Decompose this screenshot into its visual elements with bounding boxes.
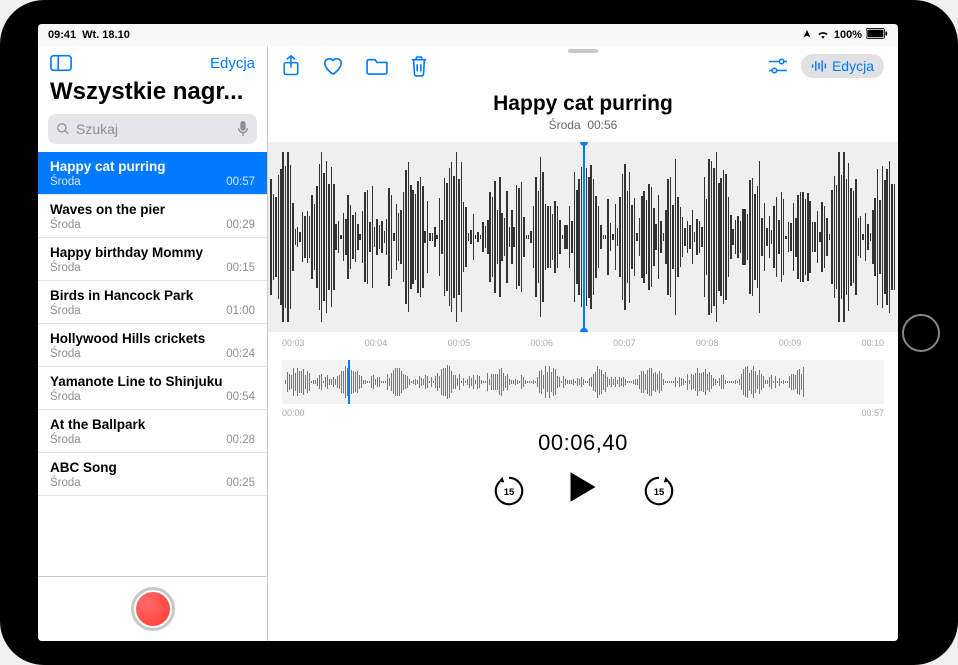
location-icon [802,29,812,42]
playhead[interactable] [583,142,585,332]
screen: 09:41 Wt. 18.10 100% [38,24,898,641]
recording-item-day: Środa [50,391,81,403]
timecode: 00:06,40 [268,430,898,456]
recording-item-day: Środa [50,434,81,446]
options-icon[interactable] [767,57,789,75]
recording-item[interactable]: Waves on the pier Środa 00:29 [38,195,267,238]
battery-pct: 100% [834,29,862,41]
recording-item[interactable]: Happy cat purring Środa 00:57 [38,152,267,195]
recording-item-day: Środa [50,219,81,231]
edit-recording-button[interactable]: Edycja [801,54,884,78]
waveform-overview[interactable] [282,360,884,404]
recording-item-duration: 00:57 [226,176,255,188]
sidebar-toggle-icon[interactable] [50,54,72,72]
search-placeholder: Szukaj [76,121,231,137]
recording-item-title: ABC Song [50,460,255,475]
recording-item-title: Happy birthday Mommy [50,245,255,260]
status-date: Wt. 18.10 [82,29,130,41]
status-time: 09:41 [48,29,76,41]
trash-icon[interactable] [410,55,428,77]
recording-item-title: Happy cat purring [50,159,255,174]
recording-item[interactable]: ABC Song Środa 00:25 [38,453,267,496]
recording-item[interactable]: At the Ballpark Środa 00:28 [38,410,267,453]
svg-text:15: 15 [654,486,665,497]
recording-item-duration: 01:00 [226,305,255,317]
record-button[interactable] [131,587,175,631]
recording-item[interactable]: Hollywood Hills crickets Środa 00:24 [38,324,267,367]
recording-item-title: At the Ballpark [50,417,255,432]
recording-item-day: Środa [50,477,81,489]
skip-back-button[interactable]: 15 [492,474,524,506]
share-icon[interactable] [282,55,300,77]
home-button[interactable] [902,314,940,352]
recording-item-duration: 00:25 [226,477,255,489]
overview-playhead[interactable] [348,360,350,404]
recording-item-title: Waves on the pier [50,202,255,217]
recording-item-duration: 00:15 [226,262,255,274]
waveform-icon [811,59,827,73]
ipad-device-frame: 09:41 Wt. 18.10 100% [0,0,958,665]
record-indicator [136,592,170,626]
recordings-list: Happy cat purring Środa 00:57 Waves on the… [38,152,267,576]
sidebar-title: Wszystkie nagr... [38,76,267,114]
play-button[interactable] [568,470,598,509]
recording-item[interactable]: Yamanote Line to Shinjuku Środa 00:54 [38,367,267,410]
zoom-timeline: 00:0300:0400:0500:0600:0700:0800:0900:10 [268,336,898,352]
mic-icon[interactable] [237,121,249,137]
recording-item[interactable]: Happy birthday Mommy Środa 00:15 [38,238,267,281]
recording-item-title: Yamanote Line to Shinjuku [50,374,255,389]
favorite-icon[interactable] [322,55,344,77]
recording-item[interactable]: Birds in Hancock Park Środa 01:00 [38,281,267,324]
skip-forward-button[interactable]: 15 [642,474,674,506]
recording-item-day: Środa [50,305,81,317]
sidebar: Edycja Wszystkie nagr... Szukaj Happy ca… [38,46,268,641]
main-panel: Edycja Happy cat purring Środa 00:56 00:… [268,46,898,641]
battery-icon [866,28,888,42]
recording-item-duration: 00:24 [226,348,255,360]
recording-item-day: Środa [50,262,81,274]
recording-item-title: Hollywood Hills crickets [50,331,255,346]
search-input[interactable]: Szukaj [48,114,257,144]
search-icon [56,122,70,136]
status-bar: 09:41 Wt. 18.10 100% [38,24,898,46]
wifi-icon [816,29,830,42]
sidebar-edit-button[interactable]: Edycja [210,55,255,72]
recording-item-day: Środa [50,176,81,188]
recording-subtitle: Środa 00:56 [268,118,898,132]
recording-item-duration: 00:28 [226,434,255,446]
recording-title[interactable]: Happy cat purring [268,92,898,116]
recording-item-day: Środa [50,348,81,360]
recording-item-duration: 00:54 [226,391,255,403]
svg-text:15: 15 [504,486,515,497]
overview-timeline: 00:00 00:57 [268,406,898,420]
recording-item-title: Birds in Hancock Park [50,288,255,303]
recording-item-duration: 00:29 [226,219,255,231]
waveform-zoom[interactable] [268,142,898,332]
grab-handle[interactable] [568,49,598,53]
edit-recording-label: Edycja [832,58,874,74]
folder-icon[interactable] [366,55,388,77]
